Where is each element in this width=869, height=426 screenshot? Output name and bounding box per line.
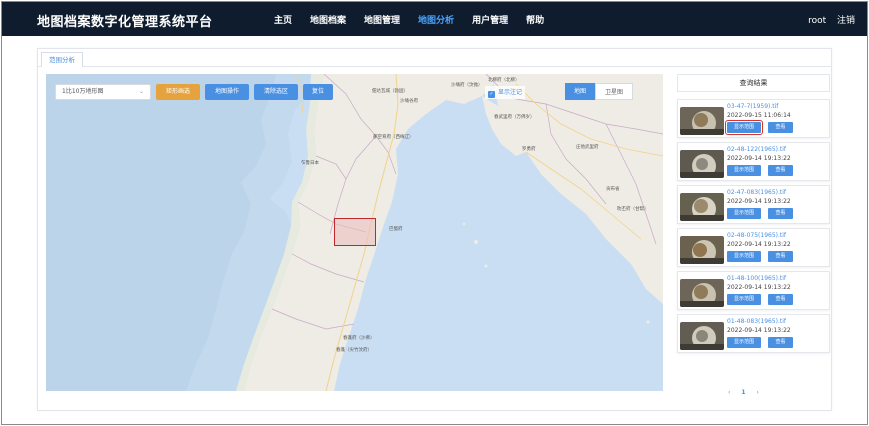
user-area: root 注销: [800, 13, 855, 26]
prev-page-button[interactable]: ‹: [728, 389, 730, 396]
result-time: 2022-09-15 11:06:14: [727, 112, 791, 119]
next-page-button[interactable]: ›: [756, 389, 758, 396]
result-time: 2022-09-14 19:13:22: [727, 155, 791, 162]
nav-help[interactable]: 帮助: [526, 13, 544, 26]
page-number-current[interactable]: 1: [741, 389, 745, 396]
clear-selection-button[interactable]: 清除选区: [254, 84, 298, 100]
show-range-button[interactable]: 显示范围: [727, 208, 761, 219]
result-time: 2022-09-14 19:13:22: [727, 241, 791, 248]
result-time: 2022-09-14 19:13:22: [727, 198, 791, 205]
show-annotation-label: 显示注记: [498, 89, 523, 96]
layer-satellite-toggle[interactable]: 卫星图: [595, 83, 633, 100]
map-label: 贡布省: [606, 187, 620, 192]
tab-range-analysis[interactable]: 范围分析: [41, 52, 83, 67]
globe-thumbnail[interactable]: [680, 236, 724, 264]
view-button[interactable]: 查看: [768, 294, 793, 305]
result-card: 02-48-075(1965).tif 2022-09-14 19:13:22 …: [677, 228, 830, 267]
show-range-button[interactable]: 显示范围: [727, 165, 761, 176]
show-annotation-checkbox[interactable]: ✓ 显示注记: [485, 86, 526, 99]
map-label: 沙埇谷府: [400, 99, 418, 104]
check-icon: ✓: [488, 91, 495, 98]
view-button[interactable]: 查看: [768, 122, 793, 133]
result-filename[interactable]: 01-48-083(1965).tif: [727, 318, 786, 325]
map-label: 北柳府（北柳）: [488, 78, 520, 83]
show-range-button[interactable]: 显示范围: [725, 120, 763, 135]
show-range-button[interactable]: 显示范围: [727, 294, 761, 305]
result-card: 02-47-083(1965).tif 2022-09-14 19:13:22 …: [677, 185, 830, 224]
map-label: 罗勇府: [522, 147, 536, 152]
chevron-down-icon: ⌄: [138, 88, 144, 95]
result-time: 2022-09-14 19:13:22: [727, 284, 791, 291]
globe-thumbnail[interactable]: [680, 279, 724, 307]
logout-link[interactable]: 注销: [837, 16, 855, 26]
content-panel: 范围分析 佃达瓦城（勃固） 沙埇谷府 沙埇府（汶抛） 北柳府（北柳） 乍鲁日本 …: [37, 48, 832, 411]
result-card: 01-48-083(1965).tif 2022-09-14 19:13:22 …: [677, 314, 830, 353]
map-label: 沙埇府（汶抛）: [451, 83, 483, 88]
view-button[interactable]: 查看: [768, 208, 793, 219]
nav-home[interactable]: 主页: [274, 13, 292, 26]
top-navbar: 地图档案数字化管理系统平台 主页 地图档案 地图管理 地图分析 用户管理 帮助 …: [2, 2, 867, 36]
selection-rectangle[interactable]: [334, 218, 376, 246]
nav-user-management[interactable]: 用户管理: [472, 13, 508, 26]
reset-button[interactable]: 复位: [303, 84, 333, 100]
map-label: 春蓬（尖竹汶府）: [336, 348, 372, 353]
map-type-select-value: 1比10万地形图: [62, 88, 104, 95]
result-filename[interactable]: 03-47-7(1959).tif: [727, 103, 778, 110]
map-view[interactable]: 佃达瓦城（勃固） 沙埇谷府 沙埇府（汶抛） 北柳府（北柳） 乍鲁日本 那空育府（…: [46, 74, 663, 391]
map-label: 叻丕府（甘帮）: [617, 207, 649, 212]
map-label: 春蓬府（沙佛）: [343, 336, 375, 341]
nav-map-management[interactable]: 地图管理: [364, 13, 400, 26]
result-filename[interactable]: 02-48-122(1965).tif: [727, 146, 786, 153]
results-title: 查询结果: [677, 74, 830, 92]
view-button[interactable]: 查看: [768, 337, 793, 348]
pagination: ‹ 1 ›: [728, 389, 768, 396]
map-label: 庄他武里府: [576, 145, 599, 150]
results-panel: 查询结果 03-47-7(1959).tif 2022-09-15 11:06:…: [677, 74, 832, 408]
view-button[interactable]: 查看: [768, 165, 793, 176]
result-card: 03-47-7(1959).tif 2022-09-15 11:06:14 显示…: [677, 99, 830, 138]
result-filename[interactable]: 02-47-083(1965).tif: [727, 189, 786, 196]
map-type-select[interactable]: 1比10万地形图 ⌄: [55, 84, 151, 100]
map-label: 巴蜀府: [389, 227, 403, 232]
show-range-button[interactable]: 显示范围: [727, 251, 761, 262]
nav-map-analysis[interactable]: 地图分析: [418, 13, 454, 26]
result-filename[interactable]: 01-48-100(1965).tif: [727, 275, 786, 282]
show-range-button[interactable]: 显示范围: [727, 337, 761, 348]
globe-thumbnail[interactable]: [680, 193, 724, 221]
result-filename[interactable]: 02-48-075(1965).tif: [727, 232, 786, 239]
nav-map-archive[interactable]: 地图档案: [310, 13, 346, 26]
globe-thumbnail[interactable]: [680, 150, 724, 178]
map-label: 那空育府（西梅辽）: [373, 135, 414, 140]
result-card: 02-48-122(1965).tif 2022-09-14 19:13:22 …: [677, 142, 830, 181]
view-button[interactable]: 查看: [768, 251, 793, 262]
rect-select-button[interactable]: 矩形画选: [156, 84, 200, 100]
globe-thumbnail[interactable]: [680, 322, 724, 350]
result-card: 01-48-100(1965).tif 2022-09-14 19:13:22 …: [677, 271, 830, 310]
layer-map-toggle[interactable]: 地图: [565, 83, 595, 100]
map-label: 春武里府（万佛岁）: [494, 115, 535, 120]
app-frame: 地图档案数字化管理系统平台 主页 地图档案 地图管理 地图分析 用户管理 帮助 …: [1, 1, 868, 425]
main-nav: 主页 地图档案 地图管理 地图分析 用户管理 帮助: [274, 13, 562, 26]
result-time: 2022-09-14 19:13:22: [727, 327, 791, 334]
globe-thumbnail[interactable]: [680, 107, 724, 135]
app-title: 地图档案数字化管理系统平台: [37, 15, 213, 30]
map-label: 乍鲁日本: [301, 161, 319, 166]
map-operation-button[interactable]: 地图操作: [205, 84, 249, 100]
tab-bar: 范围分析: [38, 49, 831, 67]
map-label: 佃达瓦城（勃固）: [372, 89, 408, 94]
username: root: [808, 16, 827, 26]
